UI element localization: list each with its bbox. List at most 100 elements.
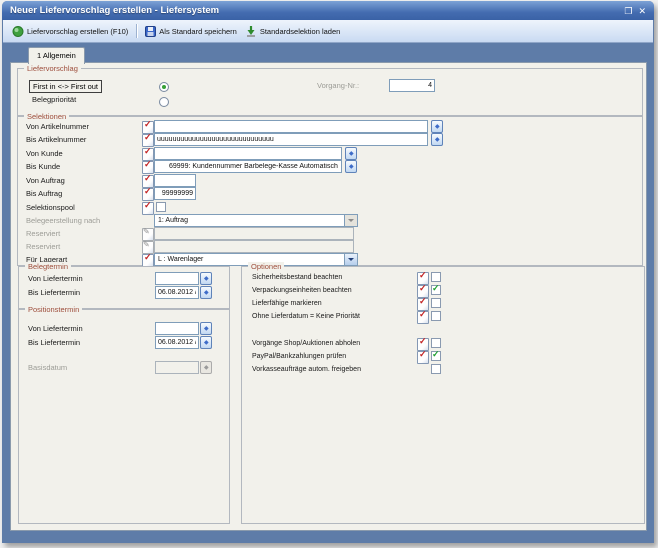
option-row-ohne-lieferdatum: Ohne Lieferdatum = Keine Priorität: [242, 310, 644, 323]
option-label: Ohne Lieferdatum = Keine Priorität: [252, 310, 360, 323]
option-row-verpackungseinheiten: Verpackungseinheiten beachten: [242, 284, 644, 297]
create-delivery-proposal-button[interactable]: Liefervorschlag erstellen (F10): [8, 23, 132, 39]
lookup-icon[interactable]: [345, 147, 357, 160]
lookup-icon[interactable]: [431, 133, 443, 146]
field-label: Von Artikelnummer: [26, 120, 89, 133]
tab-allgemein[interactable]: 1 Allgemein: [28, 47, 85, 64]
field-row-bis-auftrag: Bis Auftrag: [18, 187, 642, 200]
pos-bis-liefertermin-input[interactable]: [155, 336, 199, 349]
save-disk-icon: [145, 26, 156, 37]
chevron-down-icon: [344, 215, 357, 226]
option-checkbox[interactable]: [431, 338, 441, 348]
field-row-von-artikelnummer: Von Artikelnummer: [18, 120, 642, 133]
group-positionstermin: Positionstermin Von Liefertermin Bis Lie…: [18, 309, 230, 524]
option-label: Verpackungseinheiten beachten: [252, 284, 352, 297]
reserviert-input-1: [154, 227, 354, 240]
pos-von-liefertermin-input[interactable]: [155, 322, 199, 335]
field-label: Belegeerstellung nach: [26, 214, 100, 227]
option-row-sicherheitsbestand: Sicherheitsbestand beachten: [242, 271, 644, 284]
field-row-reserviert-2: Reserviert: [18, 240, 642, 253]
field-label: Selektionspool: [26, 201, 75, 214]
field-label: Bis Kunde: [26, 160, 60, 173]
titlebar: Neuer Liefervorschlag erstellen - Liefer…: [2, 1, 654, 20]
beleg-von-liefertermin-input[interactable]: [155, 272, 199, 285]
field-label: Basisdatum: [28, 361, 67, 374]
option-checkbox[interactable]: [431, 272, 441, 282]
option-row-vorkasse: Vorkasseaufträge autom. freigeben: [242, 363, 644, 376]
date-spinner-icon[interactable]: [200, 286, 212, 299]
reserviert-input-2: [154, 240, 354, 253]
radio-label-belegprioritaet: Belegpriorität: [32, 93, 76, 106]
option-checkbox[interactable]: [431, 311, 441, 321]
von-artikelnummer-input[interactable]: [154, 120, 428, 133]
von-kunde-input[interactable]: [154, 147, 342, 160]
field-label: Von Auftrag: [26, 174, 65, 187]
date-spinner-icon: [200, 361, 212, 374]
save-as-default-button[interactable]: Als Standard speichern: [141, 24, 241, 39]
bis-kunde-input[interactable]: [154, 160, 342, 173]
create-delivery-proposal-label: Liefervorschlag erstellen (F10): [27, 27, 128, 36]
beleg-bis-liefertermin-input[interactable]: [155, 286, 199, 299]
field-row-reserviert-1: Reserviert: [18, 227, 642, 240]
group-selektionen: Selektionen Von Artikelnummer Bis Artike…: [17, 116, 643, 266]
vorgang-nr-input[interactable]: [389, 79, 435, 92]
vorgang-nr-label: Vorgang-Nr.:: [317, 79, 359, 92]
date-spinner-icon[interactable]: [200, 322, 212, 335]
field-row-basisdatum: Basisdatum: [19, 361, 229, 374]
dialog-window: Neuer Liefervorschlag erstellen - Liefer…: [2, 1, 654, 543]
field-label: Reserviert: [26, 240, 60, 253]
field-row-bis-kunde: Bis Kunde: [18, 160, 642, 173]
option-checkbox[interactable]: [431, 298, 441, 308]
option-checkbox[interactable]: [431, 364, 441, 374]
field-label: Von Kunde: [26, 147, 63, 160]
field-row-beleg-von-liefertermin: Von Liefertermin: [19, 272, 229, 285]
lookup-icon[interactable]: [431, 120, 443, 133]
radio-fifo[interactable]: [159, 82, 169, 92]
bis-auftrag-input[interactable]: [154, 187, 196, 200]
field-row-von-kunde: Von Kunde: [18, 147, 642, 160]
date-spinner-icon[interactable]: [200, 336, 212, 349]
belegerstellung-combobox: 1: Auftrag: [154, 214, 358, 227]
von-auftrag-input[interactable]: [154, 174, 196, 187]
field-label: Bis Artikelnummer: [26, 133, 86, 146]
load-default-selection-label: Standardselektion laden: [260, 27, 340, 36]
selection-check-icon[interactable]: [417, 311, 429, 324]
option-checkbox[interactable]: [431, 285, 441, 295]
radio-label-fifo[interactable]: First in <-> First out: [29, 80, 102, 93]
field-row-von-auftrag: Von Auftrag: [18, 174, 642, 187]
field-row-lagerart: Für Lagerart L : Warenlager: [18, 253, 642, 266]
load-arrow-icon: [245, 25, 257, 37]
combobox-value: 1: Auftrag: [158, 215, 344, 226]
group-title: Liefervorschlag: [24, 64, 81, 73]
radio-belegprioritaet[interactable]: [159, 97, 169, 107]
option-row-paypal: PayPal/Bankzahlungen prüfen: [242, 350, 644, 363]
option-label: Vorkasseaufträge autom. freigeben: [252, 363, 361, 376]
field-row-selektionspool: Selektionspool: [18, 201, 642, 214]
save-as-default-label: Als Standard speichern: [159, 27, 237, 36]
field-label: Von Liefertermin: [28, 322, 83, 335]
chevron-down-icon[interactable]: [344, 254, 357, 265]
date-spinner-icon[interactable]: [200, 272, 212, 285]
option-label: Lieferfähige markieren: [252, 297, 322, 310]
field-row-beleg-bis-liefertermin: Bis Liefertermin: [19, 286, 229, 299]
group-optionen: Optionen Sicherheitsbestand beachten Ver…: [241, 266, 645, 524]
bis-artikelnummer-input[interactable]: [154, 133, 428, 146]
window-title: Neuer Liefervorschlag erstellen - Liefer…: [10, 5, 219, 16]
field-row-belegerstellung: Belegeerstellung nach 1: Auftrag: [18, 214, 642, 227]
restore-icon[interactable]: ❐: [624, 6, 632, 16]
group-title: Optionen: [248, 262, 284, 271]
basisdatum-input: [155, 361, 199, 374]
field-label: Von Liefertermin: [28, 272, 83, 285]
group-liefervorschlag: Liefervorschlag First in <-> First out B…: [17, 68, 643, 116]
gear-green-icon: [12, 25, 24, 37]
load-default-selection-button[interactable]: Standardselektion laden: [241, 23, 344, 39]
field-row-pos-von-liefertermin: Von Liefertermin: [19, 322, 229, 335]
option-label: PayPal/Bankzahlungen prüfen: [252, 350, 346, 363]
lookup-icon[interactable]: [345, 160, 357, 173]
group-title: Positionstermin: [25, 305, 82, 314]
close-icon[interactable]: ✕: [638, 6, 646, 16]
selektionspool-checkbox[interactable]: [156, 202, 166, 212]
toolbar-separator: [136, 24, 137, 38]
option-checkbox[interactable]: [431, 351, 441, 361]
field-label: Bis Liefertermin: [28, 286, 80, 299]
